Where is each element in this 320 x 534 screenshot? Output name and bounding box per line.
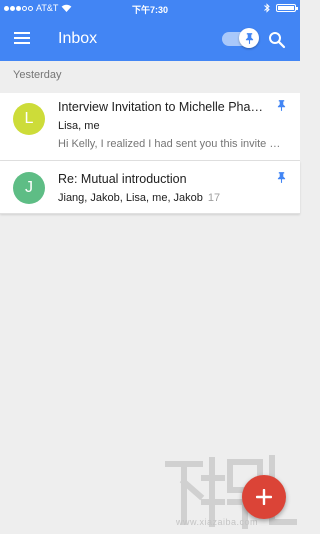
avatar: L bbox=[13, 103, 45, 135]
thread-senders: Lisa, me bbox=[58, 120, 100, 132]
thread-row[interactable]: L Interview Invitation to Michelle Pha… … bbox=[0, 93, 300, 161]
watermark-text: www.xiazaiba.com bbox=[176, 517, 259, 527]
compose-button[interactable] bbox=[242, 475, 286, 519]
avatar: J bbox=[13, 172, 45, 204]
pin-icon bbox=[245, 32, 253, 44]
bluetooth-icon bbox=[264, 3, 270, 13]
page-title: Inbox bbox=[58, 30, 98, 47]
thread-senders-text: Lisa, me bbox=[58, 120, 100, 132]
thread-senders: Jiang, Jakob, Lisa, me, Jakob 17 bbox=[58, 192, 220, 204]
menu-icon[interactable] bbox=[14, 32, 30, 46]
pin-icon[interactable] bbox=[277, 172, 286, 183]
status-time: 下午7:30 bbox=[131, 5, 168, 15]
status-right bbox=[264, 3, 298, 13]
thread-message-count: 17 bbox=[207, 192, 221, 204]
pinned-toggle[interactable] bbox=[222, 28, 259, 48]
app-bar: Inbox bbox=[0, 20, 300, 60]
section-header-yesterday: Yesterday bbox=[13, 69, 62, 81]
top-bar: AT&T 下午7:30 Inbox bbox=[0, 0, 300, 61]
plus-icon bbox=[256, 489, 272, 505]
thread-subject: Re: Mutual introduction bbox=[58, 172, 187, 186]
thread-row[interactable]: J Re: Mutual introduction Jiang, Jakob, … bbox=[0, 161, 300, 214]
thread-senders-text: Jiang, Jakob, Lisa, me, Jakob bbox=[58, 192, 203, 204]
pin-icon[interactable] bbox=[277, 100, 286, 111]
status-bar: AT&T 下午7:30 bbox=[0, 0, 300, 16]
pin-toggle-knob bbox=[239, 28, 259, 48]
search-icon[interactable] bbox=[268, 31, 286, 49]
thread-subject: Interview Invitation to Michelle Pha… bbox=[58, 100, 263, 114]
thread-snippet: Hi Kelly, I realized I had sent you this… bbox=[58, 138, 286, 150]
avatar-letter: L bbox=[24, 110, 34, 127]
battery-icon bbox=[276, 4, 298, 12]
avatar-letter: J bbox=[25, 179, 33, 196]
